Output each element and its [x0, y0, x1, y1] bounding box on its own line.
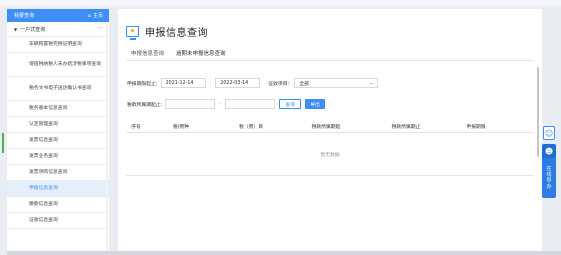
tab-divider — [126, 60, 534, 61]
range-dash: - — [209, 80, 212, 86]
tax-period-start-input[interactable] — [165, 99, 216, 109]
filter-row-tax-period: 税款所属期起止： - 查询 导出 — [127, 99, 326, 109]
sidebar-item-label: 发票业务查询 — [29, 154, 58, 159]
column-header-period-end: 税款所属期止 — [391, 124, 421, 130]
report-icon — [126, 26, 139, 40]
column-header-deadline: 申报期限 — [466, 124, 486, 130]
levy-value: 全部 — [299, 81, 309, 87]
side-marker — [2, 133, 4, 153]
period-label: 申报期限起止： — [127, 81, 161, 87]
column-header-period-start: 税款所属期起 — [311, 124, 341, 130]
sidebar-item[interactable]: 税务基本信息查询 — [7, 101, 109, 117]
sidebar-group-query[interactable]: ▼ 一户式查询 ﹀ — [7, 22, 109, 37]
main-panel: 申报信息查询 申报信息查询 逾期未申报信息查询 申报期限起止： 2021-12-… — [118, 9, 542, 255]
sidebar-item[interactable]: 车辆购置税完税证明查询 — [7, 37, 109, 53]
sidebar-item[interactable]: 税务文书电子送达确认书查询 — [7, 77, 109, 101]
top-bar — [0, 0, 561, 6]
sidebar-item-label: 征收信息查询 — [29, 218, 58, 223]
period-end-input[interactable]: 2022-03-14 — [215, 78, 261, 88]
levy-label: 征收项目： — [268, 81, 293, 87]
filter-row-period: 申报期限起止： 2021-12-14 - 2022-03-14 征收项目： 全部… — [127, 78, 379, 88]
period-start-input[interactable]: 2021-12-14 — [160, 78, 206, 88]
sidebar-item-label: 税务基本信息查询 — [29, 106, 68, 111]
home-link[interactable]: ⌂ 主页 — [87, 12, 103, 20]
sidebar-item[interactable]: 发票领购信息查询 — [7, 165, 109, 181]
page-title: 申报信息查询 — [145, 28, 208, 39]
service-avatar-icon[interactable]: ☻ — [542, 144, 556, 158]
sidebar-item[interactable]: 发票信息查询 — [7, 133, 109, 149]
online-guide-char: 办 — [546, 184, 552, 190]
column-header-tax-item: 税（费）目 — [239, 124, 263, 130]
sidebar-item[interactable]: 征收信息查询 — [7, 213, 109, 229]
column-header-index: 序号 — [131, 124, 141, 130]
range-dash: - — [219, 101, 222, 107]
chevron-down-icon: ⌄ — [369, 80, 374, 86]
sidebar-item-label: 认定管理查询 — [29, 122, 58, 127]
table-header: 序号 税/费种 税（费）目 税款所属期起 税款所属期止 申报期限 — [126, 120, 534, 133]
sidebar-item[interactable]: 缴款信息查询 — [7, 197, 109, 213]
sidebar-item-label: 申报信息查询 — [29, 186, 58, 191]
sidebar-group-label: 一户式查询 — [20, 26, 46, 33]
sidebar-item[interactable]: 发票业务查询 — [7, 149, 109, 165]
user-icon[interactable]: ☺ — [543, 126, 555, 140]
main-scrollbar[interactable] — [537, 67, 539, 157]
page-header: 申报信息查询 — [126, 24, 208, 40]
sidebar-item[interactable]: 增值税纳税人未办结涉税事项查询 — [7, 53, 109, 77]
sidebar-title: 我要查询 — [14, 13, 35, 19]
column-header-tax-type: 税/费种 — [172, 124, 189, 130]
levy-select[interactable]: 全部 ⌄ — [294, 78, 379, 88]
sidebar-item-label: 发票信息查询 — [29, 138, 58, 143]
export-button[interactable]: 导出 — [305, 99, 326, 109]
sidebar-item-label: 发票领购信息查询 — [29, 170, 68, 175]
sidebar-item-label: 车辆购置税完税证明查询 — [29, 42, 82, 47]
sidebar-item-label: 税务文书电子送达确认书查询 — [29, 86, 92, 91]
tax-period-label: 税款所属期起止： — [127, 102, 166, 108]
query-button[interactable]: 查询 — [279, 99, 302, 109]
floating-helper: ☺ ☻ 在 线 导 办 — [542, 126, 556, 208]
empty-state: 暂无数据 — [126, 133, 534, 176]
home-label: 主页 — [92, 13, 103, 19]
sidebar: 我要查询 ⌂ 主页 ▼ 一户式查询 ﹀ 车辆购置税完税证明查询增值税纳税人未办结… — [7, 9, 109, 255]
horizontal-scrollbar[interactable] — [7, 251, 561, 255]
sidebar-item[interactable]: 申报信息查询 — [7, 181, 109, 197]
tax-period-end-input[interactable] — [225, 99, 276, 109]
caret-icon: ▼ — [14, 26, 18, 32]
sidebar-scrollbar[interactable] — [106, 23, 108, 255]
sidebar-item-label: 增值税纳税人未办结涉税事项查询 — [29, 62, 101, 67]
sidebar-item[interactable]: 认定管理查询 — [7, 117, 109, 133]
sidebar-header: 我要查询 ⌂ 主页 — [7, 9, 109, 22]
online-guide-button[interactable]: 在 线 导 办 — [542, 158, 556, 198]
home-icon: ⌂ — [87, 12, 91, 19]
chevron-down-icon: ﹀ — [97, 26, 103, 33]
sidebar-item-label: 缴款信息查询 — [29, 202, 58, 207]
